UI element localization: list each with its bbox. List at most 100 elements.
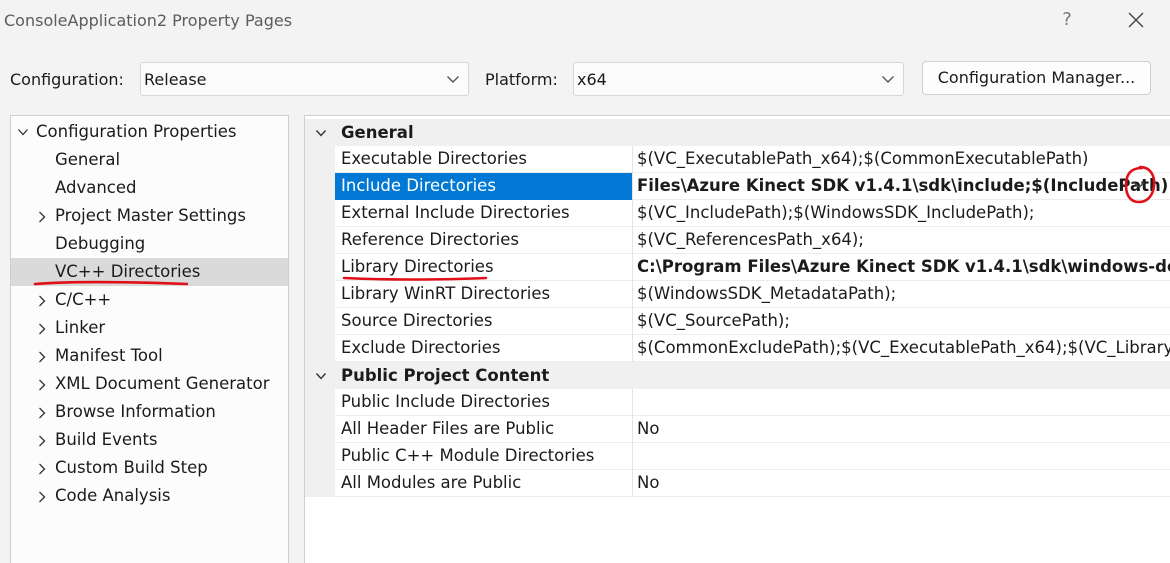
tree-item-label: XML Document Generator xyxy=(55,374,270,393)
tree-item-label: Code Analysis xyxy=(55,486,171,505)
category-public-project-content[interactable]: Public Project Content xyxy=(305,362,1170,389)
property-row-exclude-directories[interactable]: Exclude Directories $(CommonExcludePath)… xyxy=(305,335,1170,362)
configuration-select[interactable]: Release xyxy=(140,62,469,96)
chevron-right-icon xyxy=(39,463,46,475)
row-gutter xyxy=(305,146,335,173)
chevron-right-icon xyxy=(39,211,46,223)
property-row-all-header-files-public[interactable]: All Header Files are Public No xyxy=(305,416,1170,443)
property-value[interactable]: No xyxy=(637,416,1170,443)
configuration-manager-button[interactable]: Configuration Manager... xyxy=(922,61,1151,95)
platform-select[interactable]: x64 xyxy=(573,62,904,96)
tree-item-advanced[interactable]: Advanced xyxy=(11,174,288,202)
tree-item-project-master-settings[interactable]: Project Master Settings xyxy=(11,202,288,230)
tree-item-label: Project Master Settings xyxy=(55,206,246,225)
tree-item-c-cpp[interactable]: C/C++ xyxy=(11,286,288,314)
category-general[interactable]: General xyxy=(305,119,1170,146)
property-row-public-cpp-module-directories[interactable]: Public C++ Module Directories xyxy=(305,443,1170,470)
category-title: General xyxy=(341,123,414,142)
close-button[interactable] xyxy=(1120,6,1152,34)
property-value[interactable]: $(VC_SourcePath); xyxy=(637,308,1170,335)
platform-label: Platform: xyxy=(485,70,558,89)
row-gutter xyxy=(305,470,335,497)
tree-item-code-analysis[interactable]: Code Analysis xyxy=(11,482,288,510)
tree-item-build-events[interactable]: Build Events xyxy=(11,426,288,454)
property-value[interactable]: C:\Program Files\Azure Kinect SDK v1.4.1… xyxy=(637,254,1170,281)
window-title: ConsoleApplication2 Property Pages xyxy=(4,11,293,30)
property-name: Public Include Directories xyxy=(335,389,633,416)
row-gutter xyxy=(305,173,335,200)
chevron-right-icon xyxy=(39,295,46,307)
property-value[interactable]: Files\Azure Kinect SDK v1.4.1\sdk\includ… xyxy=(637,173,1170,200)
tree-item-vc-directories[interactable]: VC++ Directories xyxy=(11,258,288,286)
tree-item-configuration-properties[interactable]: Configuration Properties xyxy=(11,118,288,146)
tree-item-xml-document-generator[interactable]: XML Document Generator xyxy=(11,370,288,398)
chevron-right-icon xyxy=(39,323,46,335)
row-gutter xyxy=(305,308,335,335)
tree-item-label: Advanced xyxy=(55,178,137,197)
property-row-reference-directories[interactable]: Reference Directories $(VC_ReferencesPat… xyxy=(305,227,1170,254)
property-name: Executable Directories xyxy=(335,146,633,173)
property-name: Exclude Directories xyxy=(335,335,633,362)
chevron-down-icon xyxy=(447,76,459,83)
property-name: All Modules are Public xyxy=(335,470,633,497)
property-grid: General Executable Directories $(VC_Exec… xyxy=(304,115,1170,563)
row-gutter xyxy=(305,416,335,443)
tree-item-manifest-tool[interactable]: Manifest Tool xyxy=(11,342,288,370)
tree-item-label: Linker xyxy=(55,318,106,337)
configuration-label: Configuration: xyxy=(10,70,124,89)
row-gutter xyxy=(305,254,335,281)
category-title: Public Project Content xyxy=(341,366,550,385)
tree-item-label: General xyxy=(55,150,121,169)
platform-value: x64 xyxy=(577,70,607,89)
tree-item-label: Configuration Properties xyxy=(36,122,237,141)
property-value[interactable]: $(CommonExcludePath);$(VC_ExecutablePath… xyxy=(637,335,1170,362)
property-row-source-directories[interactable]: Source Directories $(VC_SourcePath); xyxy=(305,308,1170,335)
tree-item-label: Build Events xyxy=(55,430,158,449)
title-bar: ConsoleApplication2 Property Pages ? xyxy=(0,0,1170,42)
chevron-right-icon xyxy=(39,491,46,503)
row-gutter xyxy=(305,200,335,227)
tree-item-label: Browse Information xyxy=(55,402,216,421)
tree-item-label: C/C++ xyxy=(55,290,112,309)
chevron-down-icon xyxy=(882,76,894,83)
row-gutter xyxy=(305,389,335,416)
help-button[interactable]: ? xyxy=(1052,6,1082,34)
tree-item-label: Debugging xyxy=(55,234,146,253)
row-gutter xyxy=(305,335,335,362)
configuration-value: Release xyxy=(144,70,207,89)
property-name: Source Directories xyxy=(335,308,633,335)
property-row-external-include-directories[interactable]: External Include Directories $(VC_Includ… xyxy=(305,200,1170,227)
property-name: Include Directories xyxy=(335,173,633,200)
property-value[interactable] xyxy=(637,443,1170,470)
tree-item-browse-information[interactable]: Browse Information xyxy=(11,398,288,426)
property-row-library-winrt-directories[interactable]: Library WinRT Directories $(WindowsSDK_M… xyxy=(305,281,1170,308)
tree-item-label: Manifest Tool xyxy=(55,346,163,365)
chevron-right-icon xyxy=(39,435,46,447)
tree-item-custom-build-step[interactable]: Custom Build Step xyxy=(11,454,288,482)
property-row-public-include-directories[interactable]: Public Include Directories xyxy=(305,389,1170,416)
property-value[interactable]: $(VC_IncludePath);$(WindowsSDK_IncludePa… xyxy=(637,200,1170,227)
chevron-right-icon xyxy=(39,407,46,419)
property-value[interactable]: $(VC_ExecutablePath_x64);$(CommonExecuta… xyxy=(637,146,1170,173)
annotation-underline xyxy=(342,276,488,281)
property-value[interactable]: No xyxy=(637,470,1170,497)
property-value[interactable]: $(WindowsSDK_MetadataPath); xyxy=(637,281,1170,308)
property-value[interactable]: $(VC_ReferencesPath_x64); xyxy=(637,227,1170,254)
property-name: All Header Files are Public xyxy=(335,416,633,443)
row-gutter xyxy=(305,227,335,254)
row-gutter xyxy=(305,443,335,470)
property-row-all-modules-public[interactable]: All Modules are Public No xyxy=(305,470,1170,497)
property-value[interactable] xyxy=(637,389,1170,416)
property-row-executable-directories[interactable]: Executable Directories $(VC_ExecutablePa… xyxy=(305,146,1170,173)
close-icon xyxy=(1128,12,1144,28)
tree-item-linker[interactable]: Linker xyxy=(11,314,288,342)
chevron-down-icon xyxy=(18,129,28,136)
tree-item-debugging[interactable]: Debugging xyxy=(11,230,288,258)
property-name: External Include Directories xyxy=(335,200,633,227)
property-row-include-directories[interactable]: Include Directories Files\Azure Kinect S… xyxy=(305,173,1170,200)
property-name: Library WinRT Directories xyxy=(335,281,633,308)
chevron-right-icon xyxy=(39,351,46,363)
property-name: Public C++ Module Directories xyxy=(335,443,633,470)
chevron-down-icon xyxy=(315,130,327,137)
tree-item-general[interactable]: General xyxy=(11,146,288,174)
